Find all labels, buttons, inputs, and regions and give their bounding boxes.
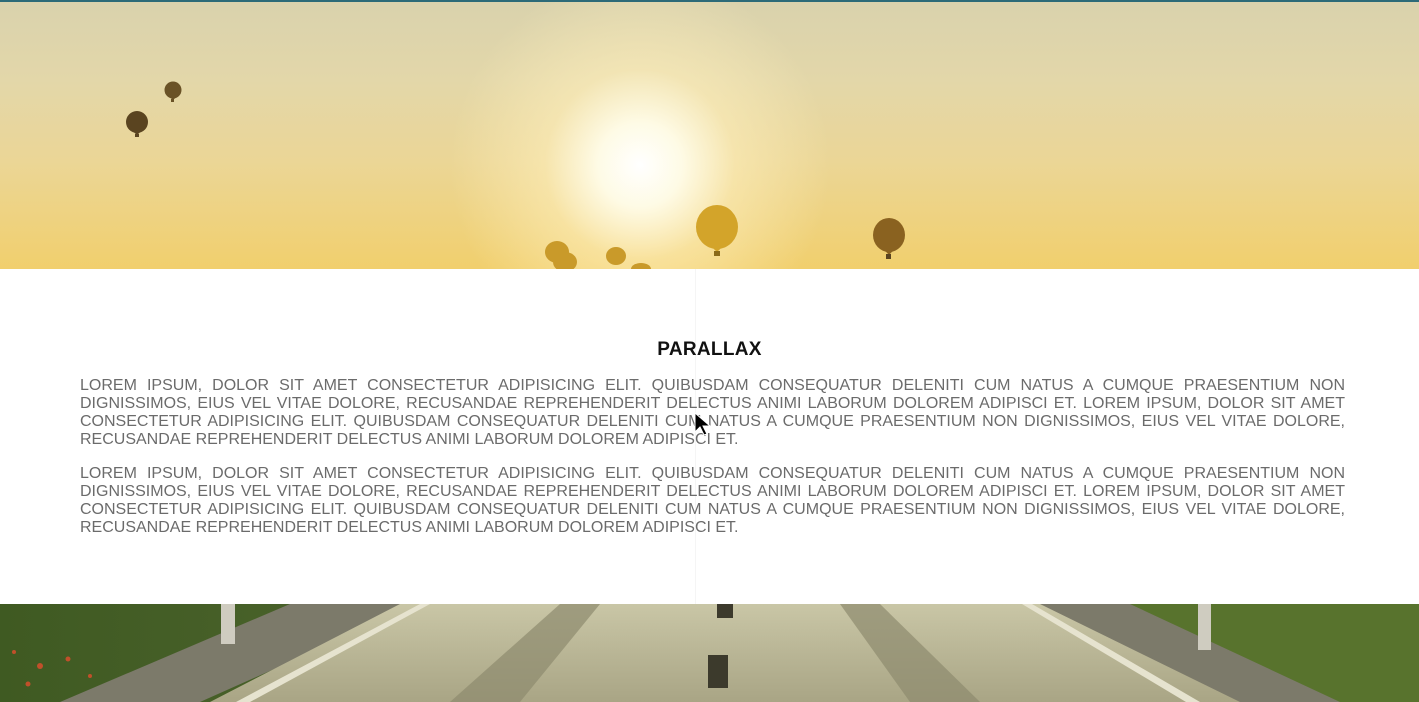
road-parallax-image: [0, 604, 1419, 702]
road-illustration: [0, 604, 1419, 702]
balloon-small-left: [126, 111, 148, 137]
hero-parallax-image: [0, 0, 1419, 269]
balloon-small-top: [164, 81, 182, 102]
top-accent-bar: [0, 0, 1419, 2]
page: PARALLAX Lorem ipsum, dolor sit amet con…: [0, 0, 1419, 702]
section-title: PARALLAX: [657, 339, 762, 360]
balloon-brown-right: [873, 218, 905, 259]
balloon-gold-large: [696, 205, 738, 256]
content-section: PARALLAX Lorem ipsum, dolor sit amet con…: [0, 269, 1419, 604]
balloon-cluster-bottom: [545, 241, 651, 269]
paragraph-1: Lorem ipsum, dolor sit amet consectetur …: [80, 377, 1345, 448]
balloons-illustration: [126, 81, 905, 269]
arrow-cursor-icon: [694, 412, 712, 436]
paragraph-2: Lorem ipsum, dolor sit amet consectetur …: [80, 465, 1345, 536]
